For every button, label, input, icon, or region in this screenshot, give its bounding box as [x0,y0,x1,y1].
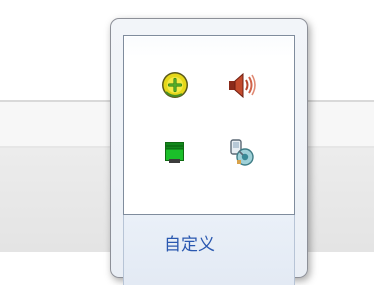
add-circle-icon[interactable] [157,67,193,103]
tray-icons-panel [123,35,295,215]
device-settings-icon[interactable] [223,133,259,169]
customize-link[interactable]: 自定义 [164,235,215,255]
tray-footer: 自定义 [123,215,295,285]
network-status-icon[interactable] [157,133,193,169]
notification-area-overflow-popup: 自定义 [110,18,308,285]
speaker-volume-icon[interactable] [223,67,259,103]
